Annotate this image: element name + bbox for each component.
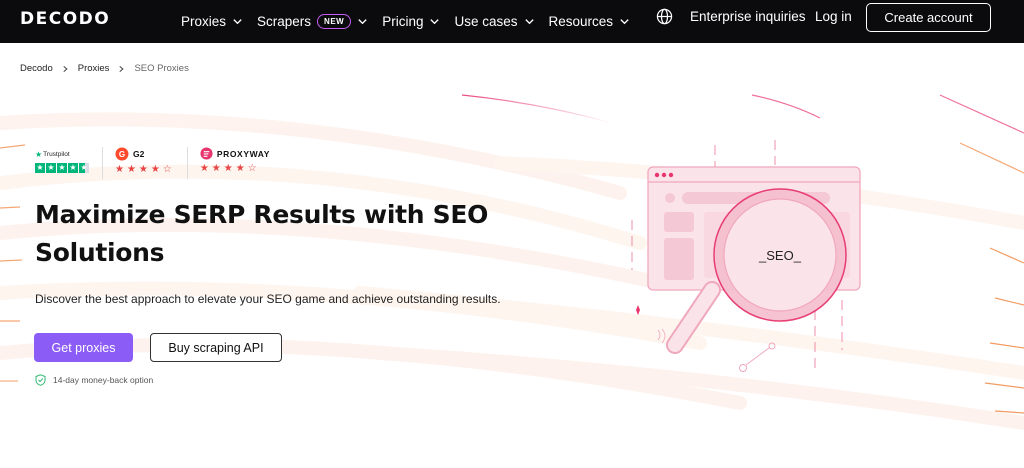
page-title: Maximize SERP Results with SEO Solutions — [35, 200, 489, 267]
divider — [186, 147, 188, 179]
breadcrumb-item-decodo[interactable]: Decodo — [20, 63, 53, 74]
nav-item-proxies[interactable]: Proxies — [181, 14, 243, 29]
shield-check-icon — [35, 374, 46, 386]
money-back-text: 14-day money-back option — [53, 375, 154, 385]
nav-item-label: Pricing — [382, 14, 424, 29]
globe-icon[interactable] — [656, 8, 673, 25]
g2-logo-icon: G — [115, 147, 129, 161]
g2-name: G2 — [133, 149, 145, 159]
proxyway-logo-icon — [200, 147, 213, 160]
decodo-logo[interactable]: DECODO — [20, 9, 110, 29]
nav-item-label: Proxies — [181, 14, 227, 29]
nav-item-pricing[interactable]: Pricing — [382, 14, 440, 29]
create-account-button[interactable]: Create account — [866, 3, 991, 32]
seo-magnifier-illustration: _SEO_ — [631, 140, 861, 372]
nav-item-scrapers[interactable]: Scrapers NEW — [257, 14, 368, 29]
chevron-right-icon — [119, 65, 125, 72]
chevron-down-icon — [233, 19, 242, 25]
trustpilot-rating[interactable]: ★ Trustpilot ★ ★ ★ ★ ★ — [35, 147, 90, 180]
proxyway-name: PROXYWAY — [216, 148, 270, 159]
star-icon: ★ — [46, 163, 56, 173]
g2-rating[interactable]: G G2 ★★★★☆ — [115, 147, 175, 180]
trustpilot-stars: ★ ★ ★ ★ ★ — [35, 163, 90, 173]
divider — [102, 147, 103, 179]
chevron-down-icon — [524, 19, 534, 25]
breadcrumb: Decodo Proxies SEO Proxies — [20, 63, 189, 74]
seo-label: _SEO_ — [758, 248, 802, 263]
new-badge: NEW — [317, 14, 352, 29]
nav-item-label: Use cases — [454, 14, 518, 29]
nav-item-use-cases[interactable]: Use cases — [454, 14, 534, 29]
trustpilot-star-icon: ★ — [35, 150, 43, 159]
money-back-note: 14-day money-back option — [35, 374, 153, 386]
nav-item-label: Scrapers — [257, 14, 312, 29]
trustpilot-name: Trustpilot — [43, 151, 70, 158]
proxyway-rating[interactable]: PROXYWAY ★★★★☆ — [200, 147, 270, 180]
login-link[interactable]: Log in — [815, 9, 852, 24]
breadcrumb-item-current: SEO Proxies — [134, 63, 189, 74]
chevron-down-icon — [358, 19, 367, 25]
rating-badges: ★ Trustpilot ★ ★ ★ ★ ★ G G2 ★★★★☆ PROXYW… — [35, 147, 270, 180]
trustpilot-label: ★ Trustpilot — [35, 150, 90, 159]
breadcrumb-item-proxies[interactable]: Proxies — [78, 63, 110, 74]
proxyway-brand: PROXYWAY — [200, 147, 270, 160]
buy-scraping-api-button[interactable]: Buy scraping API — [150, 333, 282, 362]
proxyway-stars: ★★★★☆ — [199, 163, 260, 174]
hero-subtitle: Discover the best approach to elevate yo… — [35, 292, 501, 306]
get-proxies-button[interactable]: Get proxies — [34, 333, 133, 362]
g2-stars: ★★★★☆ — [115, 164, 175, 175]
star-icon: ★ — [35, 163, 45, 173]
nav-item-label: Resources — [548, 14, 614, 29]
g2-brand: G G2 — [115, 147, 175, 161]
star-icon: ★ — [57, 163, 67, 173]
nav-item-resources[interactable]: Resources — [549, 14, 631, 29]
top-nav: DECODO Proxies Scrapers NEW Pricing Use … — [0, 0, 1024, 43]
star-half-icon: ★ — [79, 163, 89, 173]
main-menu: Proxies Scrapers NEW Pricing Use cases R… — [181, 0, 644, 43]
enterprise-inquiries-link[interactable]: Enterprise inquiries — [690, 9, 806, 24]
svg-text:G: G — [119, 150, 125, 159]
chevron-right-icon — [63, 65, 68, 72]
chevron-down-icon — [430, 19, 440, 25]
star-icon: ★ — [68, 163, 78, 173]
chevron-down-icon — [620, 19, 629, 25]
